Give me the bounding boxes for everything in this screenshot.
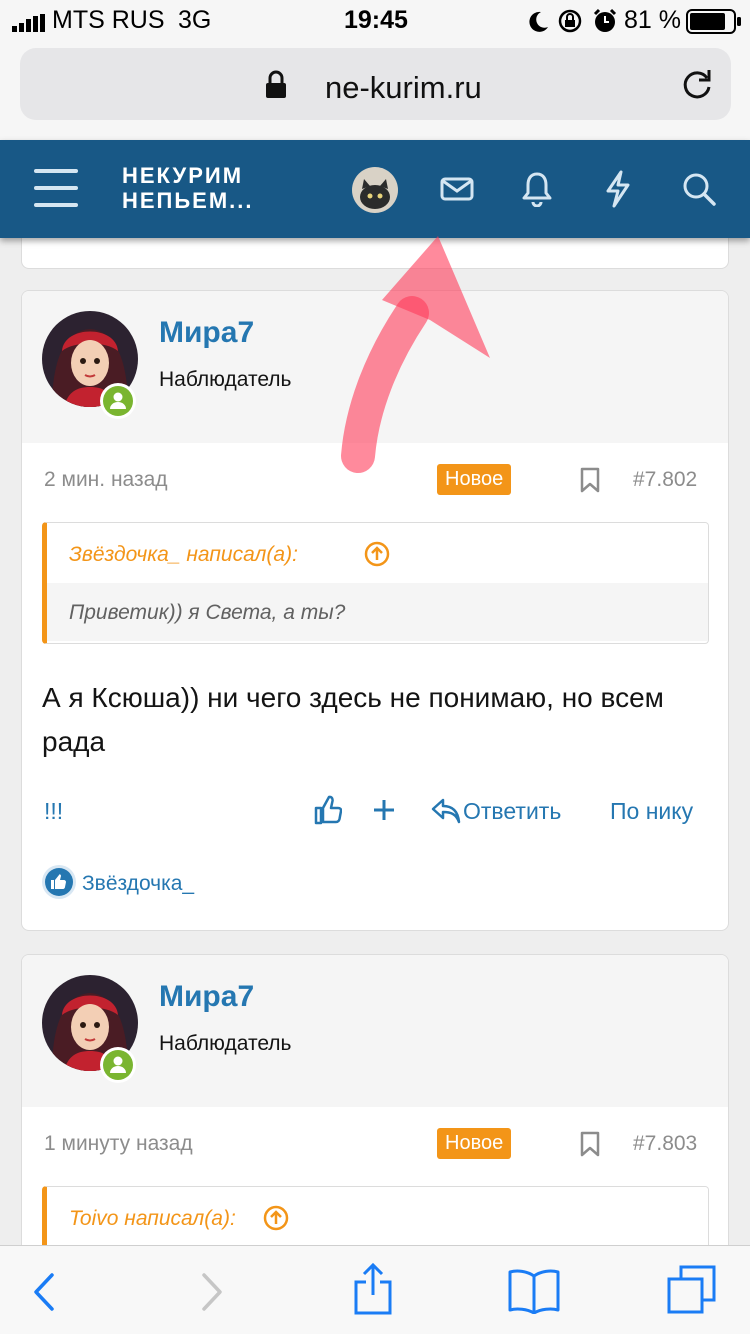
extra-action-link[interactable]: !!! <box>44 798 63 825</box>
signal-icon <box>12 14 45 32</box>
rotation-lock-icon <box>558 9 582 33</box>
user-icon <box>110 1056 126 1073</box>
battery-percent: 81 % <box>624 6 681 34</box>
online-status-badge <box>100 383 136 419</box>
post-time[interactable]: 1 минуту назад <box>44 1132 193 1156</box>
cat-avatar-icon <box>360 179 390 209</box>
logo-line-2: НЕПЬЕМ... <box>122 188 254 213</box>
annotation-arrow-icon <box>341 236 490 473</box>
username[interactable]: Мира7 <box>159 316 254 350</box>
logo-line-1: НЕКУРИМ <box>122 163 244 188</box>
quote-header: Toivo написал(а): <box>47 1187 708 1247</box>
bookmarks-icon[interactable] <box>507 1268 561 1314</box>
arrow-up-circle-icon[interactable] <box>263 1205 289 1231</box>
site-header: НЕКУРИМ НЕПЬЕМ... <box>0 140 750 238</box>
lightning-icon[interactable] <box>604 170 632 208</box>
browser-toolbar <box>0 1245 750 1334</box>
reply-by-nick-link[interactable]: По нику <box>610 798 693 825</box>
url-text: ne-kurim.ru <box>325 70 482 105</box>
likes-user-link[interactable]: Звёздочка_ <box>82 872 194 896</box>
arrow-up-circle-icon[interactable] <box>364 541 390 567</box>
tabs-icon[interactable] <box>666 1264 718 1316</box>
network-label: 3G <box>178 6 212 34</box>
quote-body: Приветик)) я Света, а ты? <box>47 583 708 641</box>
post-card: Мира7 Наблюдатель 1 минуту назад Новое #… <box>21 954 729 1284</box>
alarm-icon <box>593 8 617 32</box>
like-icon[interactable] <box>314 795 342 825</box>
post-user-block: Мира7 Наблюдатель <box>22 955 728 1107</box>
address-bar[interactable]: ne-kurim.ru <box>20 48 731 120</box>
like-badge <box>42 865 76 899</box>
carrier-label: MTS RUS <box>52 6 165 34</box>
thumbs-up-icon <box>51 874 66 889</box>
lock-icon <box>266 70 286 98</box>
bell-icon[interactable] <box>522 171 552 207</box>
user-title: Наблюдатель <box>159 368 292 391</box>
quote-author[interactable]: Звёздочка_ написал(а): <box>69 543 298 567</box>
site-logo[interactable]: НЕКУРИМ НЕПЬЕМ... <box>122 163 254 213</box>
forward-icon[interactable] <box>200 1272 224 1312</box>
quote-text: Приветик)) я Света, а ты? <box>69 601 346 624</box>
search-icon[interactable] <box>682 172 716 206</box>
reply-link[interactable]: Ответить <box>463 798 561 825</box>
post-time[interactable]: 2 мин. назад <box>44 468 168 492</box>
mail-icon[interactable] <box>440 177 474 201</box>
share-icon[interactable] <box>352 1262 394 1316</box>
bookmark-icon[interactable] <box>580 1131 600 1157</box>
bookmark-icon[interactable] <box>580 467 600 493</box>
quote-author[interactable]: Toivo написал(а): <box>69 1207 236 1231</box>
user-title: Наблюдатель <box>159 1032 292 1055</box>
plus-icon[interactable] <box>373 799 395 821</box>
reply-icon[interactable] <box>431 798 461 824</box>
back-icon[interactable] <box>32 1272 56 1312</box>
user-avatar[interactable] <box>352 167 398 213</box>
status-bar: MTS RUS 3G 19:45 81 % <box>0 0 750 44</box>
post-number[interactable]: #7.802 <box>633 468 697 492</box>
quote-block: Звёздочка_ написал(а): Приветик)) я Свет… <box>42 522 709 644</box>
quote-header: Звёздочка_ написал(а): <box>47 523 708 583</box>
online-status-badge <box>100 1047 136 1083</box>
post-number[interactable]: #7.803 <box>633 1132 697 1156</box>
battery-icon <box>686 9 741 34</box>
post-message: А я Ксюша)) ни чего здесь не понимаю, но… <box>42 682 664 757</box>
username[interactable]: Мира7 <box>159 980 254 1014</box>
browser-chrome: ne-kurim.ru <box>0 44 750 140</box>
new-badge: Новое <box>437 1128 512 1159</box>
moon-icon <box>529 11 548 32</box>
user-icon <box>110 392 126 409</box>
reload-icon[interactable] <box>680 68 714 102</box>
menu-icon[interactable] <box>34 169 78 207</box>
clock: 19:45 <box>344 6 408 34</box>
